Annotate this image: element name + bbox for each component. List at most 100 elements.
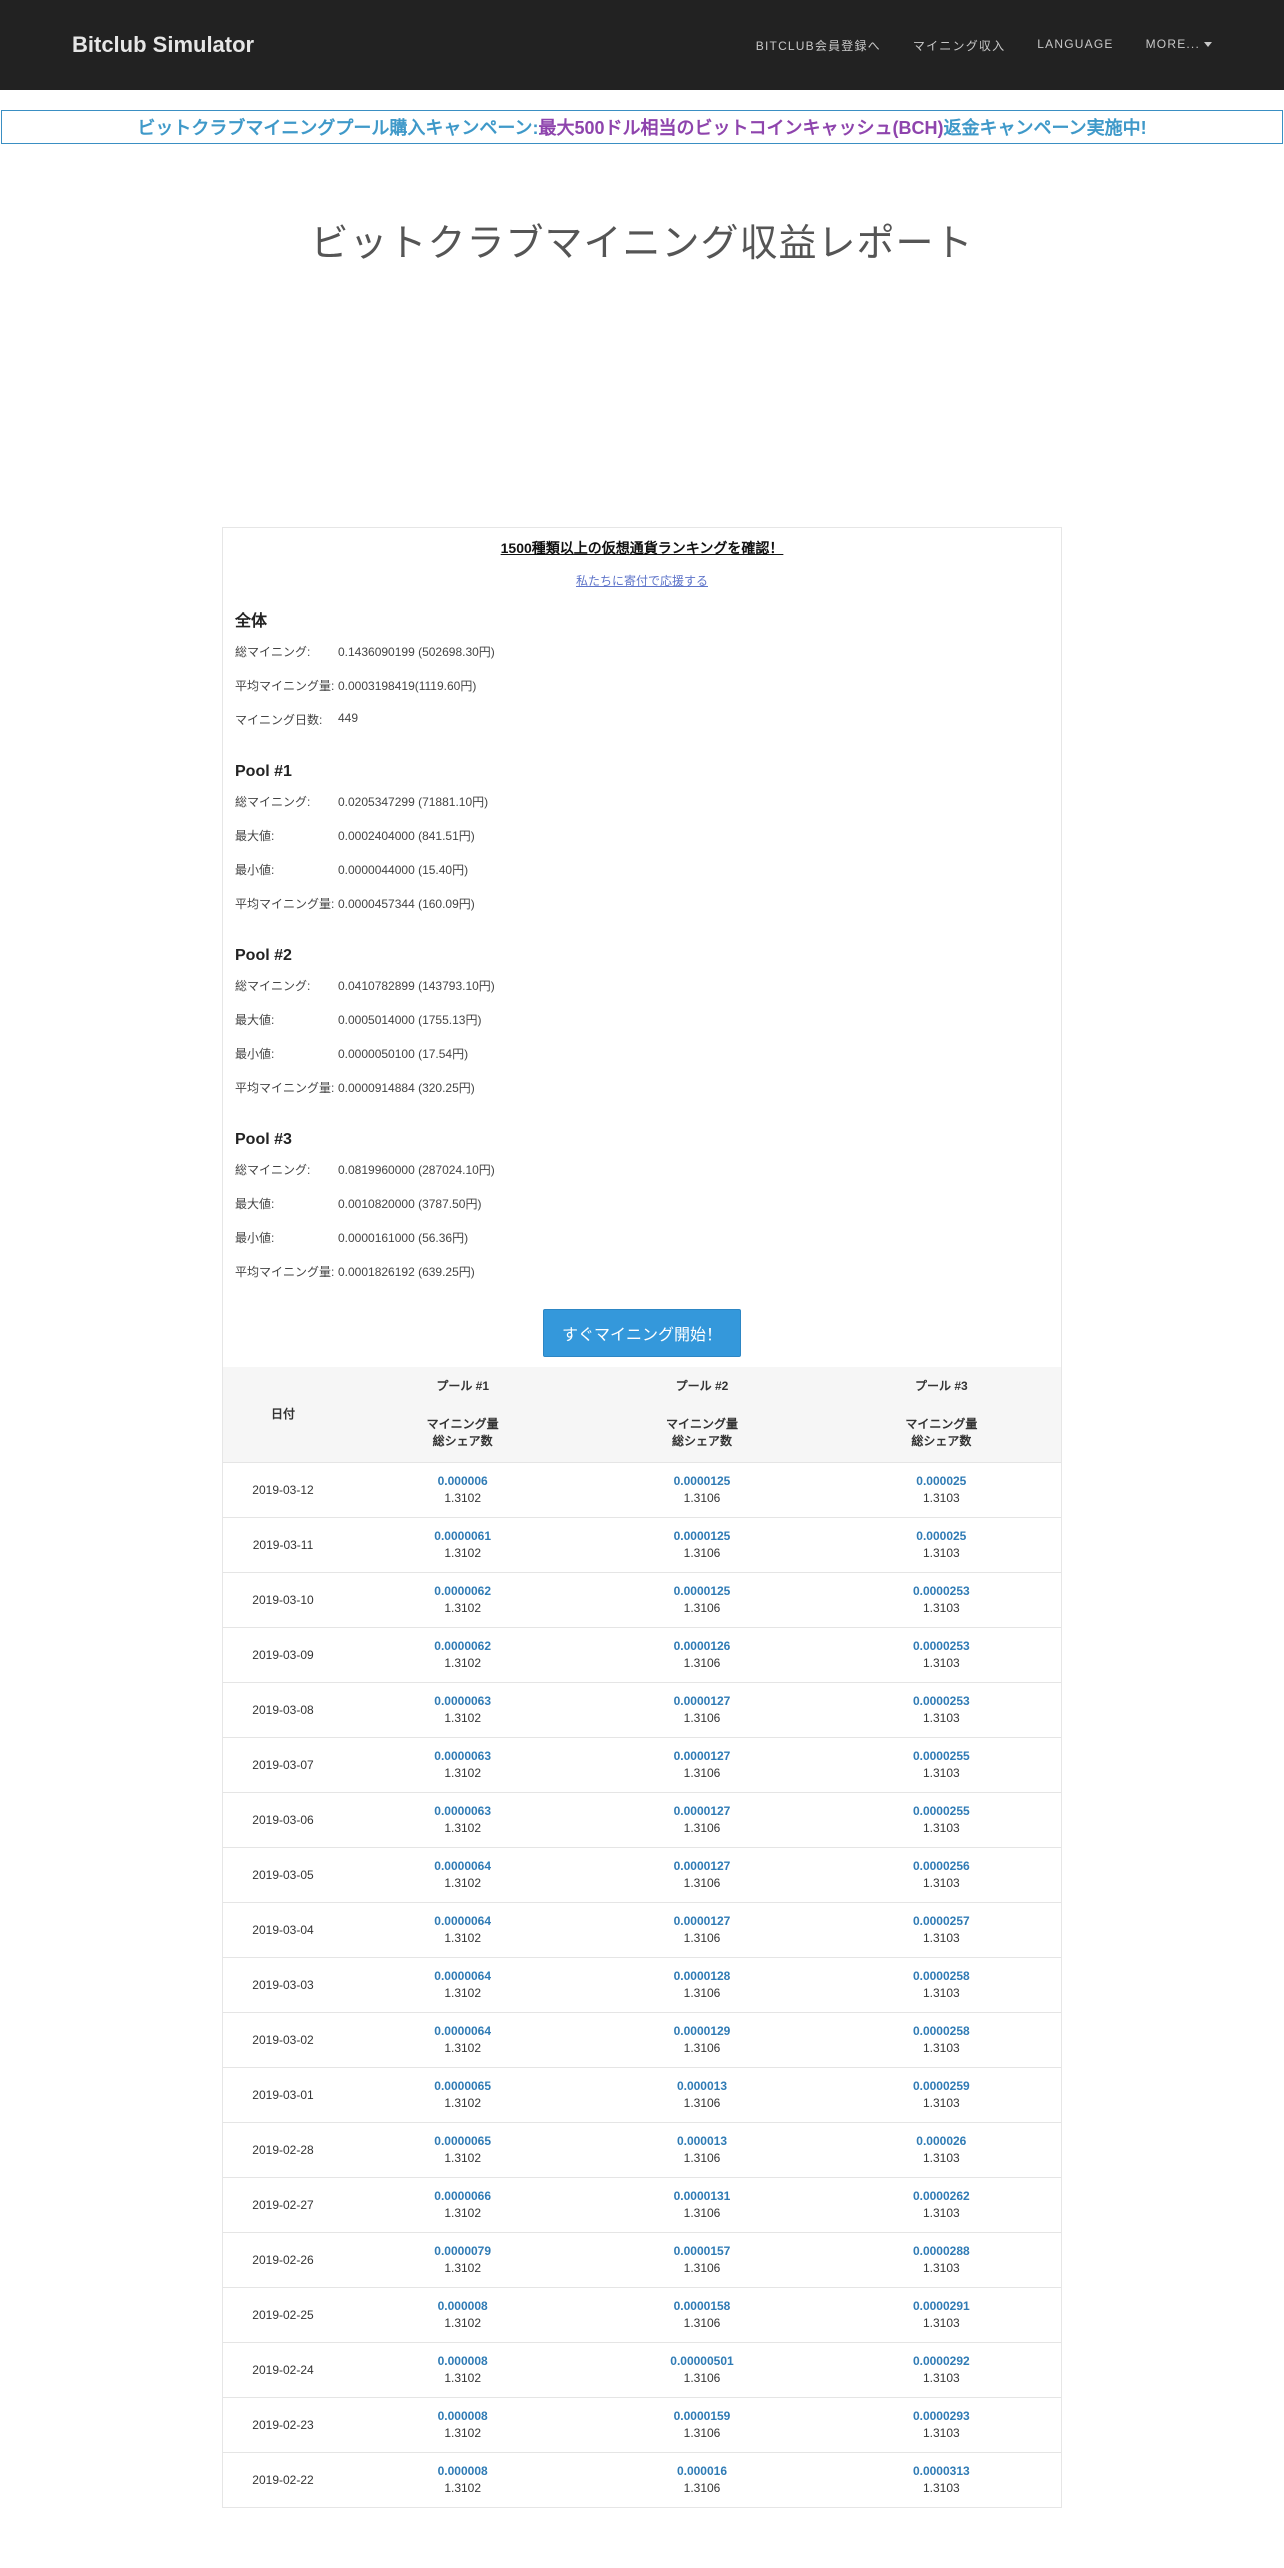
share-count: 1.3106: [683, 2151, 721, 2165]
share-count: 1.3102: [444, 1986, 482, 2000]
mining-amount-link[interactable]: 0.0000255: [822, 1803, 1061, 1820]
mining-amount-link[interactable]: 0.0000126: [582, 1638, 821, 1655]
mining-amount-link[interactable]: 0.0000253: [822, 1583, 1061, 1600]
mining-amount-link[interactable]: 0.000006: [343, 1473, 582, 1490]
table-row: 2019-03-08 0.0000063 1.3102 0.0000127 1.3106…: [223, 1682, 1061, 1738]
start-mining-button[interactable]: すぐマイニング開始！: [542, 1309, 741, 1357]
mining-amount-link[interactable]: 0.00000501: [582, 2353, 821, 2370]
share-count: 1.3103: [922, 1601, 960, 1615]
nav-link-more[interactable]: MORE...: [1146, 37, 1212, 54]
nav-link-language[interactable]: LANGUAGE: [1037, 37, 1113, 54]
mining-amount-link[interactable]: 0.0000062: [343, 1638, 582, 1655]
mining-amount-link[interactable]: 0.0000064: [343, 1913, 582, 1930]
pool-1-cell: 0.0000064 1.3102: [343, 1847, 583, 1903]
mining-amount-link[interactable]: 0.0000066: [343, 2188, 582, 2205]
mining-amount-link[interactable]: 0.0000063: [343, 1803, 582, 1820]
summary-row: 平均マイニング量: 0.0003198419(1119.60円): [235, 677, 1049, 711]
mining-amount-link[interactable]: 0.0000288: [822, 2243, 1061, 2260]
mining-amount-link[interactable]: 0.0000127: [582, 1803, 821, 1820]
mining-amount-link[interactable]: 0.0000292: [822, 2353, 1061, 2370]
mining-amount-link[interactable]: 0.0000063: [343, 1748, 582, 1765]
mining-amount-link[interactable]: 0.0000062: [343, 1583, 582, 1600]
stat-value: 0.0819960000 (287024.10円): [338, 1163, 495, 1177]
mining-amount-link[interactable]: 0.000016: [582, 2463, 821, 2480]
mining-amount-link[interactable]: 0.0000257: [822, 1913, 1061, 1930]
mining-amount-link[interactable]: 0.0000255: [822, 1748, 1061, 1765]
nav-link-mining-income[interactable]: マイニング収入: [913, 37, 1005, 54]
pool-2-cell: 0.00000501 1.3106: [582, 2342, 822, 2398]
mining-amount-link[interactable]: 0.000008: [343, 2298, 582, 2315]
mining-amount-link[interactable]: 0.0000064: [343, 1968, 582, 1985]
mining-amount-link[interactable]: 0.0000127: [582, 1858, 821, 1875]
mining-amount-link[interactable]: 0.0000158: [582, 2298, 821, 2315]
share-count: 1.3106: [683, 1821, 721, 1835]
mining-amount-link[interactable]: 0.0000262: [822, 2188, 1061, 2205]
pool-1-cell: 0.0000063 1.3102: [343, 1682, 583, 1738]
mining-amount-link[interactable]: 0.0000291: [822, 2298, 1061, 2315]
campaign-banner[interactable]: ビットクラブマイニングプール購入キャンペーン: 最大500ドル相当のビットコインキ…: [1, 110, 1283, 144]
nav-link-bitclub-register[interactable]: BITCLUB会員登録へ: [756, 37, 881, 54]
mining-amount-link[interactable]: 0.0000253: [822, 1693, 1061, 1710]
mining-amount-link[interactable]: 0.0000127: [582, 1748, 821, 1765]
pool-1-title: Pool #1: [235, 763, 292, 780]
mining-amount-link[interactable]: 0.0000159: [582, 2408, 821, 2425]
pool-2-cell: 0.0000126 1.3106: [582, 1627, 822, 1683]
mining-amount-link[interactable]: 0.000013: [582, 2133, 821, 2150]
mining-amount-link[interactable]: 0.0000253: [822, 1638, 1061, 1655]
banner-text-1: ビットクラブマイニングプール購入キャンペーン:: [137, 118, 539, 138]
pool-3-cell: 0.0000253 1.3103: [821, 1572, 1061, 1628]
pool-1-cell: 0.0000061 1.3102: [343, 1517, 583, 1573]
pool-2-cell: 0.0000158 1.3106: [582, 2287, 822, 2343]
mining-amount-link[interactable]: 0.0000125: [582, 1528, 821, 1545]
brand-logo[interactable]: Bitclub Simulator: [72, 32, 254, 58]
date-cell: 2019-02-26: [223, 2232, 343, 2288]
sub-header-amount: マイニング量: [905, 1417, 978, 1431]
mining-amount-link[interactable]: 0.0000079: [343, 2243, 582, 2260]
share-count: 1.3103: [922, 1491, 960, 1505]
mining-amount-link[interactable]: 0.0000125: [582, 1583, 821, 1600]
share-count: 1.3102: [444, 2371, 482, 2385]
date-cell: 2019-03-07: [223, 1737, 343, 1793]
share-count: 1.3103: [922, 2371, 960, 2385]
mining-amount-link[interactable]: 0.000008: [343, 2463, 582, 2480]
mining-amount-link[interactable]: 0.0000065: [343, 2133, 582, 2150]
mining-amount-link[interactable]: 0.0000125: [582, 1473, 821, 1490]
mining-amount-link[interactable]: 0.0000258: [822, 1968, 1061, 1985]
date-cell: 2019-03-04: [223, 1902, 343, 1958]
pool-1-cell: 0.0000066 1.3102: [343, 2177, 583, 2233]
mining-amount-link[interactable]: 0.0000129: [582, 2023, 821, 2040]
mining-amount-link[interactable]: 0.000025: [822, 1528, 1061, 1545]
mining-amount-link[interactable]: 0.0000131: [582, 2188, 821, 2205]
mining-amount-link[interactable]: 0.0000064: [343, 1858, 582, 1875]
mining-amount-link[interactable]: 0.0000063: [343, 1693, 582, 1710]
mining-amount-link[interactable]: 0.000025: [822, 1473, 1061, 1490]
mining-amount-link[interactable]: 0.000008: [343, 2408, 582, 2425]
mining-amount-link[interactable]: 0.000013: [582, 2078, 821, 2095]
table-row: 2019-03-07 0.0000063 1.3102 0.0000127 1.3106…: [223, 1737, 1061, 1793]
mining-amount-link[interactable]: 0.0000258: [822, 2023, 1061, 2040]
share-count: 1.3106: [683, 1601, 721, 1615]
mining-amount-link[interactable]: 0.0000127: [582, 1693, 821, 1710]
mining-amount-link[interactable]: 0.000026: [822, 2133, 1061, 2150]
share-count: 1.3102: [444, 1766, 482, 1780]
donate-link[interactable]: 私たちに寄付で応援する: [223, 572, 1061, 589]
mining-amount-link[interactable]: 0.0000157: [582, 2243, 821, 2260]
mining-amount-link[interactable]: 0.0000064: [343, 2023, 582, 2040]
mining-amount-link[interactable]: 0.000008: [343, 2353, 582, 2370]
ranking-link[interactable]: 1500種類以上の仮想通貨ランキングを確認！: [223, 538, 1061, 558]
pool-3-cell: 0.0000292 1.3103: [821, 2342, 1061, 2398]
mining-amount-link[interactable]: 0.0000065: [343, 2078, 582, 2095]
mining-amount-link[interactable]: 0.0000293: [822, 2408, 1061, 2425]
table-header-row: 日付 プール #1 マイニング量 総シェア数 プール #2 マイニング量 総シェア数 プ…: [223, 1367, 1061, 1463]
mining-amount-link[interactable]: 0.0000259: [822, 2078, 1061, 2095]
pool-1-header: プール #1 マイニング量 総シェア数: [343, 1367, 582, 1463]
pool-3-cell: 0.0000257 1.3103: [821, 1902, 1061, 1958]
banner-text-3: 返金キャンペーン実施中!: [943, 118, 1147, 138]
mining-amount-link[interactable]: 0.0000127: [582, 1913, 821, 1930]
mining-amount-link[interactable]: 0.0000061: [343, 1528, 582, 1545]
mining-amount-link[interactable]: 0.0000128: [582, 1968, 821, 1985]
share-count: 1.3106: [683, 2261, 721, 2275]
pool-1-row: 平均マイニング量: 0.0000457344 (160.09円): [235, 895, 1049, 929]
mining-amount-link[interactable]: 0.0000313: [822, 2463, 1061, 2480]
mining-amount-link[interactable]: 0.0000256: [822, 1858, 1061, 1875]
